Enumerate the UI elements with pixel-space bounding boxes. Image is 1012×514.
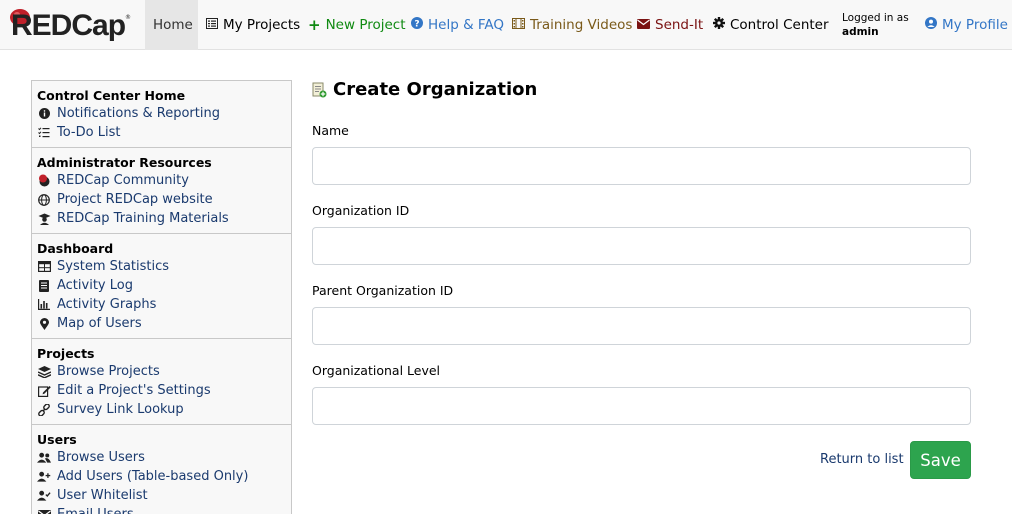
logged-in-username: admin bbox=[842, 26, 879, 38]
sidebar-item-redcap-community[interactable]: REDCap Community bbox=[37, 171, 286, 190]
organization-id-label: Organization ID bbox=[312, 203, 410, 218]
log-icon bbox=[37, 279, 51, 292]
nav-home[interactable]: Home bbox=[153, 16, 193, 34]
film-icon bbox=[512, 16, 525, 34]
sidebar-heading: Dashboard bbox=[37, 241, 114, 256]
sidebar-section-control-center-home: Control Center Home Notifications & Repo… bbox=[32, 81, 291, 148]
sidebar-item-training-materials[interactable]: REDCap Training Materials bbox=[37, 209, 286, 228]
table-icon bbox=[37, 261, 51, 272]
sidebar-item-browse-projects[interactable]: Browse Projects bbox=[37, 362, 286, 381]
redcap-logo[interactable]: REDCap ® bbox=[9, 7, 131, 43]
users-icon bbox=[37, 452, 51, 463]
nav-help-faq[interactable]: ? Help & FAQ bbox=[411, 16, 504, 34]
sidebar-item-todo-list[interactable]: To-Do List bbox=[37, 123, 286, 142]
map-marker-icon bbox=[37, 317, 51, 330]
sidebar-item-project-redcap-website[interactable]: Project REDCap website bbox=[37, 190, 286, 209]
gear-icon bbox=[713, 16, 725, 34]
sidebar-item-add-users[interactable]: Add Users (Table-based Only) bbox=[37, 467, 286, 486]
list-icon bbox=[206, 16, 218, 34]
save-button[interactable]: Save bbox=[910, 441, 971, 479]
nav-my-projects[interactable]: My Projects bbox=[206, 16, 300, 34]
plus-icon: + bbox=[308, 16, 321, 34]
chart-icon bbox=[37, 299, 51, 310]
svg-text:?: ? bbox=[414, 19, 419, 29]
parent-organization-id-input[interactable] bbox=[312, 307, 971, 345]
top-navbar: REDCap ® Home My Projects + New Project … bbox=[0, 0, 1012, 50]
logo-trademark: ® bbox=[125, 14, 131, 21]
sidebar-heading[interactable]: Control Center Home bbox=[37, 87, 286, 104]
user-plus-icon bbox=[37, 471, 51, 482]
sidebar-section-dashboard: Dashboard System Statistics Activity Log… bbox=[32, 234, 291, 339]
layers-icon bbox=[37, 365, 51, 378]
email-icon bbox=[37, 509, 51, 514]
sidebar-item-activity-log[interactable]: Activity Log bbox=[37, 276, 286, 295]
graduate-icon bbox=[37, 213, 51, 225]
sidebar-item-browse-users[interactable]: Browse Users bbox=[37, 448, 286, 467]
envelope-icon bbox=[637, 16, 650, 34]
sidebar-item-notifications[interactable]: Notifications & Reporting bbox=[37, 104, 286, 123]
question-circle-icon: ? bbox=[411, 16, 423, 34]
parent-organization-id-label: Parent Organization ID bbox=[312, 283, 454, 298]
info-icon bbox=[37, 108, 51, 119]
edit-icon bbox=[37, 385, 51, 397]
sidebar-section-projects: Projects Browse Projects Edit a Project'… bbox=[32, 339, 291, 425]
link-icon bbox=[37, 403, 51, 416]
logo-text: REDCap bbox=[11, 9, 126, 42]
nav-new-project[interactable]: + New Project bbox=[308, 16, 406, 34]
sidebar-item-activity-graphs[interactable]: Activity Graphs bbox=[37, 295, 286, 314]
organization-id-input[interactable] bbox=[312, 227, 971, 265]
sidebar-heading: Users bbox=[37, 432, 77, 447]
nav-control-center[interactable]: Control Center bbox=[713, 16, 829, 34]
sidebar-item-survey-link-lookup[interactable]: Survey Link Lookup bbox=[37, 400, 286, 419]
checklist-icon bbox=[37, 127, 51, 138]
sidebar-heading: Projects bbox=[37, 346, 95, 361]
user-check-icon bbox=[37, 490, 51, 501]
organizational-level-label: Organizational Level bbox=[312, 363, 441, 378]
sidebar-item-edit-project-settings[interactable]: Edit a Project's Settings bbox=[37, 381, 286, 400]
user-circle-icon bbox=[925, 16, 937, 34]
sidebar-section-users: Users Browse Users Add Users (Table-base… bbox=[32, 425, 291, 514]
logged-in-status: Logged in as admin bbox=[842, 11, 909, 39]
logged-in-label: Logged in as bbox=[842, 12, 909, 24]
page-title: Create Organization bbox=[312, 79, 537, 100]
globe-icon bbox=[37, 193, 51, 206]
sidebar-section-admin-resources: Administrator Resources REDCap Community… bbox=[32, 148, 291, 234]
sidebar-item-map-of-users[interactable]: Map of Users bbox=[37, 314, 286, 333]
sidebar-heading: Administrator Resources bbox=[37, 155, 212, 170]
return-to-list-link[interactable]: Return to list bbox=[820, 452, 904, 467]
control-center-sidebar: Control Center Home Notifications & Repo… bbox=[31, 80, 292, 514]
sidebar-item-system-statistics[interactable]: System Statistics bbox=[37, 257, 286, 276]
name-input[interactable] bbox=[312, 147, 971, 185]
nav-send-it[interactable]: Send-It bbox=[637, 16, 703, 34]
community-icon bbox=[37, 174, 51, 187]
sidebar-item-email-users[interactable]: Email Users bbox=[37, 505, 286, 514]
name-label: Name bbox=[312, 123, 349, 138]
nav-training-videos[interactable]: Training Videos bbox=[512, 16, 632, 34]
add-record-icon bbox=[312, 82, 327, 98]
sidebar-item-user-whitelist[interactable]: User Whitelist bbox=[37, 486, 286, 505]
nav-my-profile[interactable]: My Profile bbox=[925, 16, 1008, 34]
organizational-level-input[interactable] bbox=[312, 387, 971, 425]
